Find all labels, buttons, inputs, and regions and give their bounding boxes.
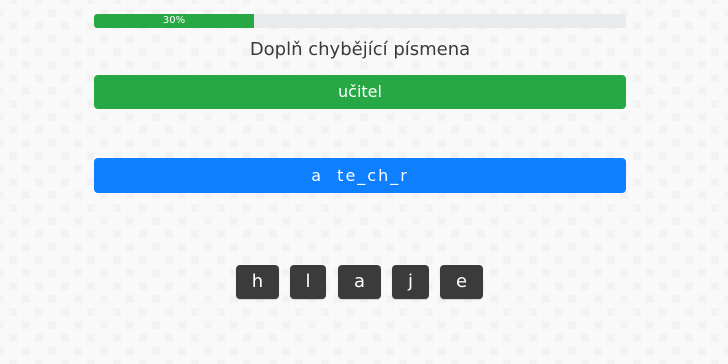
instruction-title: Doplň chybějící písmena — [249, 39, 471, 60]
progress-bar: 30% — [94, 14, 626, 28]
letter-tiles: h l a j e — [0, 265, 728, 299]
progress-label: 30% — [162, 15, 186, 26]
letter-tile-j[interactable]: j — [392, 265, 429, 299]
translation-bar: učitel — [94, 75, 626, 109]
letter-tile-l[interactable]: l — [290, 265, 326, 299]
letter-tile-h[interactable]: h — [236, 265, 279, 299]
word-puzzle-bar: a te_ch_r — [94, 158, 626, 193]
letter-tile-a[interactable]: a — [338, 265, 381, 299]
letter-tile-e[interactable]: e — [440, 265, 483, 299]
